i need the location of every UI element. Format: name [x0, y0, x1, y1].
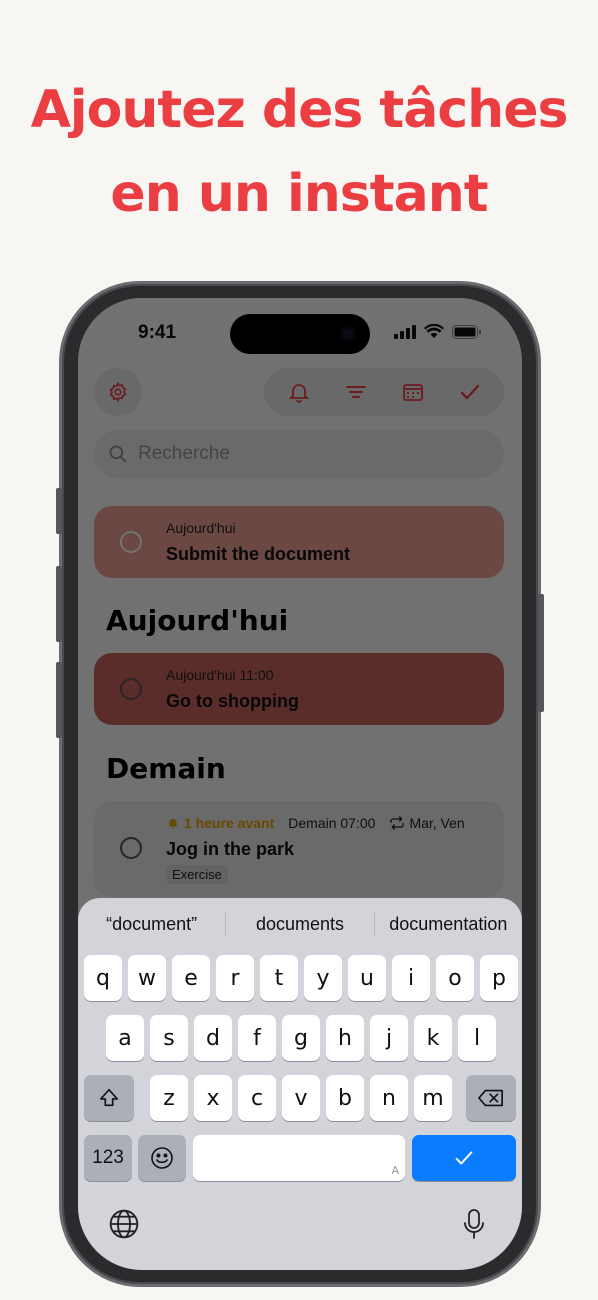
completed-button[interactable] [451, 373, 489, 411]
volume-up-button [56, 566, 62, 642]
key-n[interactable]: n [370, 1075, 408, 1121]
key-g[interactable]: g [282, 1015, 320, 1061]
reminders-button[interactable] [280, 373, 318, 411]
headline-line-1: Ajoutez des tâches [30, 80, 569, 140]
done-key[interactable] [412, 1135, 516, 1181]
headline-line-2: en un instant [110, 164, 488, 224]
status-bar: 9:41 [78, 298, 522, 372]
task-title: Submit the document [166, 544, 350, 564]
numbers-key[interactable]: 123 [84, 1135, 132, 1181]
key-a[interactable]: a [106, 1015, 144, 1061]
task-tag: Exercise [166, 865, 228, 884]
task-card[interactable]: Aujourd'hui 11:00 Go to shopping [94, 653, 504, 725]
key-l[interactable]: l [458, 1015, 496, 1061]
task-card[interactable]: 1 heure avant Demain 07:00 Mar, Ven Jog … [94, 801, 504, 897]
key-j[interactable]: j [370, 1015, 408, 1061]
delete-key[interactable] [466, 1075, 516, 1121]
key-z[interactable]: z [150, 1075, 188, 1121]
section-today-heading: Aujourd'hui [106, 604, 289, 637]
shift-key[interactable] [84, 1075, 134, 1121]
task-meta-row: 1 heure avant Demain 07:00 Mar, Ven [166, 815, 496, 831]
dictation-button[interactable] [454, 1204, 494, 1244]
task-title: Jog in the park [166, 839, 295, 859]
section-tomorrow-heading: Demain [106, 752, 226, 785]
key-s[interactable]: s [150, 1015, 188, 1061]
space-key[interactable]: A [193, 1135, 405, 1181]
search-input[interactable] [138, 443, 478, 465]
emoji-key[interactable] [138, 1135, 186, 1181]
bell-icon [288, 384, 309, 403]
calendar-icon [402, 384, 423, 401]
space-key-hint: A [391, 1164, 399, 1177]
battery-icon [452, 324, 481, 339]
key-t[interactable]: t [260, 955, 298, 1001]
emoji-icon [151, 1147, 173, 1169]
camera-icon [340, 326, 356, 342]
globe-button[interactable] [104, 1204, 144, 1244]
action-button [56, 488, 62, 534]
reminder-label: 1 heure avant [166, 815, 274, 831]
search-bar[interactable] [94, 430, 504, 478]
key-y[interactable]: y [304, 955, 342, 1001]
filter-lines-icon [345, 386, 366, 398]
volume-down-button [56, 662, 62, 738]
sort-button[interactable] [337, 373, 375, 411]
globe-icon [109, 1209, 139, 1239]
suggestion-2[interactable]: documents [226, 914, 373, 935]
key-u[interactable]: u [348, 955, 386, 1001]
keyboard: “document” documents documentation q w e… [78, 898, 522, 1270]
key-e[interactable]: e [172, 955, 210, 1001]
repeat-text: Mar, Ven [409, 815, 465, 831]
task-checkbox[interactable] [120, 837, 142, 859]
key-d[interactable]: d [194, 1015, 232, 1061]
key-r[interactable]: r [216, 955, 254, 1001]
key-w[interactable]: w [128, 955, 166, 1001]
repeat-label: Mar, Ven [389, 815, 465, 831]
microphone-icon [464, 1209, 484, 1239]
key-q[interactable]: q [84, 955, 122, 1001]
toolbar [78, 368, 522, 424]
headline: Ajoutez des tâches en un instant [0, 68, 598, 236]
bell-filled-icon [168, 818, 178, 829]
task-title: Go to shopping [166, 691, 299, 711]
checkmark-icon [460, 384, 479, 400]
key-x[interactable]: x [194, 1075, 232, 1121]
settings-button[interactable] [94, 368, 142, 416]
toolbar-actions [264, 368, 504, 416]
backspace-icon [478, 1089, 503, 1107]
status-time: 9:41 [138, 322, 177, 343]
task-date: Aujourd'hui [166, 520, 236, 536]
suggestion-3[interactable]: documentation [375, 914, 522, 935]
wifi-icon [424, 324, 444, 338]
task-date: Aujourd'hui 11:00 [166, 667, 274, 683]
gear-icon [109, 381, 127, 403]
key-p[interactable]: p [480, 955, 518, 1001]
calendar-button[interactable] [394, 373, 432, 411]
key-b[interactable]: b [326, 1075, 364, 1121]
key-o[interactable]: o [436, 955, 474, 1001]
key-m[interactable]: m [414, 1075, 452, 1121]
signal-icon [394, 324, 416, 339]
key-f[interactable]: f [238, 1015, 276, 1061]
phone-screen: 9:41 Recherche Aujourd'hui Submit the do… [78, 298, 522, 1270]
checkmark-icon [455, 1151, 473, 1165]
power-button [538, 594, 544, 712]
autocorrect-bar: “document” documents documentation [78, 904, 522, 944]
dynamic-island [230, 314, 370, 354]
repeat-icon [390, 816, 405, 830]
due-label: Demain 07:00 [288, 815, 376, 831]
shift-icon [99, 1088, 119, 1107]
key-v[interactable]: v [282, 1075, 320, 1121]
search-icon [109, 445, 127, 463]
task-checkbox[interactable] [120, 531, 142, 553]
reminder-text: 1 heure avant [184, 815, 275, 831]
pinned-task-card[interactable]: Aujourd'hui Submit the document [94, 506, 504, 578]
key-h[interactable]: h [326, 1015, 364, 1061]
key-c[interactable]: c [238, 1075, 276, 1121]
status-icons [394, 324, 482, 339]
task-checkbox[interactable] [120, 678, 142, 700]
key-k[interactable]: k [414, 1015, 452, 1061]
suggestion-1[interactable]: “document” [78, 914, 225, 935]
key-i[interactable]: i [392, 955, 430, 1001]
